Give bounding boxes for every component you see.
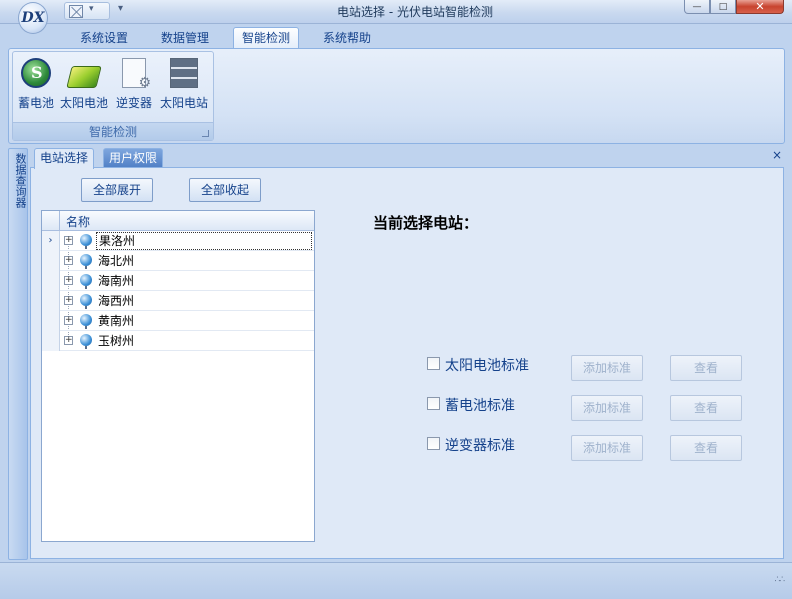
ribbon-group-title: 智能检测 (13, 122, 213, 140)
inverter-icon (122, 58, 151, 91)
inverter-standard-checkbox[interactable] (427, 437, 440, 450)
inverter-button[interactable]: 逆变器 (113, 54, 155, 112)
minimize-button[interactable]: — (684, 0, 710, 14)
tree-row[interactable]: + 海南州 (42, 271, 314, 291)
battery-button[interactable]: 蓄电池 (15, 54, 57, 112)
globe-icon (80, 314, 92, 329)
tree-row-label[interactable]: 玉树州 (96, 333, 136, 351)
app-logo[interactable]: DX (18, 2, 48, 34)
tree-row-label[interactable]: 黄南州 (96, 313, 136, 331)
inverter-button-label: 逆变器 (115, 96, 152, 110)
tree-row[interactable]: › + 果洛州 (42, 231, 314, 251)
tab-station-selection[interactable]: 电站选择 (34, 148, 95, 169)
station-selection-panel: 全部展开 全部收起 名称 › + 果洛州 + 海北州 + 海南州 + 海西州 +… (30, 167, 784, 559)
title-bar: DX ▾ ▾ 电站选择 - 光伏电站智能检测 — □ ✕ (0, 0, 792, 34)
row-indicator (42, 331, 60, 351)
battery-standard-checkbox[interactable] (427, 397, 440, 410)
row-indicator (42, 291, 60, 311)
view-inverter-standard-button[interactable]: 查看 (670, 435, 742, 461)
tab-smart-detection[interactable]: 智能检测 (233, 27, 300, 49)
ribbon-panel: 蓄电池 太阳电池 逆变器 太阳电站 智能检测 (8, 48, 785, 144)
battery-standard-label[interactable]: 蓄电池标准 (445, 395, 515, 415)
window-title: 电站选择 - 光伏电站智能检测 (337, 5, 493, 19)
dialog-launcher-icon[interactable] (202, 130, 209, 137)
close-button[interactable]: ✕ (736, 0, 784, 14)
solar-cell-standard-label[interactable]: 太阳电池标准 (445, 355, 529, 375)
tree-row-label[interactable]: 果洛州 (96, 232, 312, 250)
solar-cell-button-label: 太阳电池 (59, 96, 108, 110)
collapse-all-button[interactable]: 全部收起 (189, 178, 261, 202)
row-indicator (42, 251, 60, 271)
current-station-label: 当前选择电站： (373, 214, 479, 232)
data-query-dock-tab[interactable]: 数据查询器 (8, 148, 28, 560)
battery-button-label: 蓄电池 (17, 96, 54, 110)
expand-node-icon[interactable]: + (64, 316, 73, 325)
tree-row[interactable]: + 黄南州 (42, 311, 314, 331)
tree-header-corner (42, 211, 60, 231)
expand-node-icon[interactable]: + (64, 296, 73, 305)
row-indicator-icon: › (42, 231, 60, 251)
battery-icon (21, 58, 51, 88)
row-indicator (42, 271, 60, 291)
add-solar-cell-standard-button[interactable]: 添加标准 (571, 355, 643, 381)
app-logo-text: DX (21, 10, 45, 26)
solar-station-icon (170, 58, 198, 88)
row-indicator (42, 311, 60, 331)
dock-label: 数据查询器 (14, 153, 27, 208)
ribbon-group-title-text: 智能检测 (88, 125, 137, 139)
tree-row-label[interactable]: 海北州 (96, 253, 136, 271)
ribbon-group-smart-detection: 蓄电池 太阳电池 逆变器 太阳电站 智能检测 (12, 51, 214, 141)
document-tabs: 电站选择 用户权限 × (30, 146, 786, 169)
add-inverter-standard-button[interactable]: 添加标准 (571, 435, 643, 461)
globe-icon (80, 274, 92, 289)
tab-system-help[interactable]: 系统帮助 (315, 28, 379, 48)
ribbon-tabs: 系统设置 数据管理 智能检测 系统帮助 (0, 24, 792, 49)
tree-row-label[interactable]: 海西州 (96, 293, 136, 311)
station-tree[interactable]: 名称 › + 果洛州 + 海北州 + 海南州 + 海西州 + 黄南州 + 玉树州 (41, 210, 315, 542)
tree-header: 名称 (42, 211, 314, 231)
view-solar-cell-standard-button[interactable]: 查看 (670, 355, 742, 381)
expand-node-icon[interactable]: + (64, 236, 73, 245)
resize-grip-icon[interactable]: ∴∴ (775, 575, 786, 585)
expand-all-button[interactable]: 全部展开 (81, 178, 153, 202)
globe-icon (80, 254, 92, 269)
tab-data-management[interactable]: 数据管理 (153, 28, 217, 48)
add-battery-standard-button[interactable]: 添加标准 (571, 395, 643, 421)
column-header-name[interactable]: 名称 (66, 213, 90, 230)
expand-node-icon[interactable]: + (64, 336, 73, 345)
expand-node-icon[interactable]: + (64, 256, 73, 265)
tab-system-settings[interactable]: 系统设置 (72, 28, 136, 48)
expand-node-icon[interactable]: + (64, 276, 73, 285)
solar-station-button-label: 太阳电站 (159, 96, 208, 110)
inverter-standard-label[interactable]: 逆变器标准 (445, 435, 515, 455)
globe-icon (80, 334, 92, 349)
globe-icon (80, 234, 92, 249)
solar-cell-standard-checkbox[interactable] (427, 357, 440, 370)
solar-cell-icon (66, 66, 102, 88)
tree-row-label[interactable]: 海南州 (96, 273, 136, 291)
tree-row[interactable]: + 海北州 (42, 251, 314, 271)
maximize-button[interactable]: □ (710, 0, 736, 14)
close-document-icon[interactable]: × (772, 148, 782, 162)
tree-row[interactable]: + 玉树州 (42, 331, 314, 351)
solar-cell-button[interactable]: 太阳电池 (59, 54, 109, 112)
globe-icon (80, 294, 92, 309)
solar-station-button[interactable]: 太阳电站 (157, 54, 211, 112)
tab-user-permissions[interactable]: 用户权限 (103, 148, 164, 168)
status-bar: ∴∴ (0, 562, 792, 599)
view-battery-standard-button[interactable]: 查看 (670, 395, 742, 421)
tree-row[interactable]: + 海西州 (42, 291, 314, 311)
